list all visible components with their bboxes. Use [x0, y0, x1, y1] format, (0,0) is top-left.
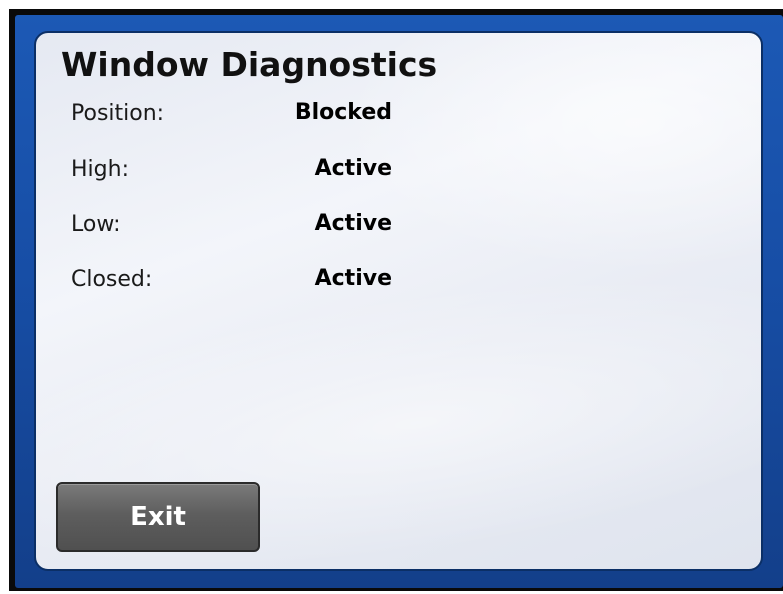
exit-button[interactable]: Exit	[56, 482, 260, 552]
low-value: Active	[314, 211, 392, 236]
position-value: Blocked	[294, 100, 392, 125]
closed-value: Active	[314, 266, 392, 291]
position-label: Position:	[71, 101, 165, 126]
dialog-title: Window Diagnostics	[61, 45, 438, 84]
high-value: Active	[314, 156, 392, 181]
closed-label: Closed:	[71, 267, 153, 292]
diagnostics-panel: Window Diagnostics Position: Blocked Hig…	[34, 31, 763, 571]
high-label: High:	[71, 157, 129, 182]
low-label: Low:	[71, 212, 121, 237]
